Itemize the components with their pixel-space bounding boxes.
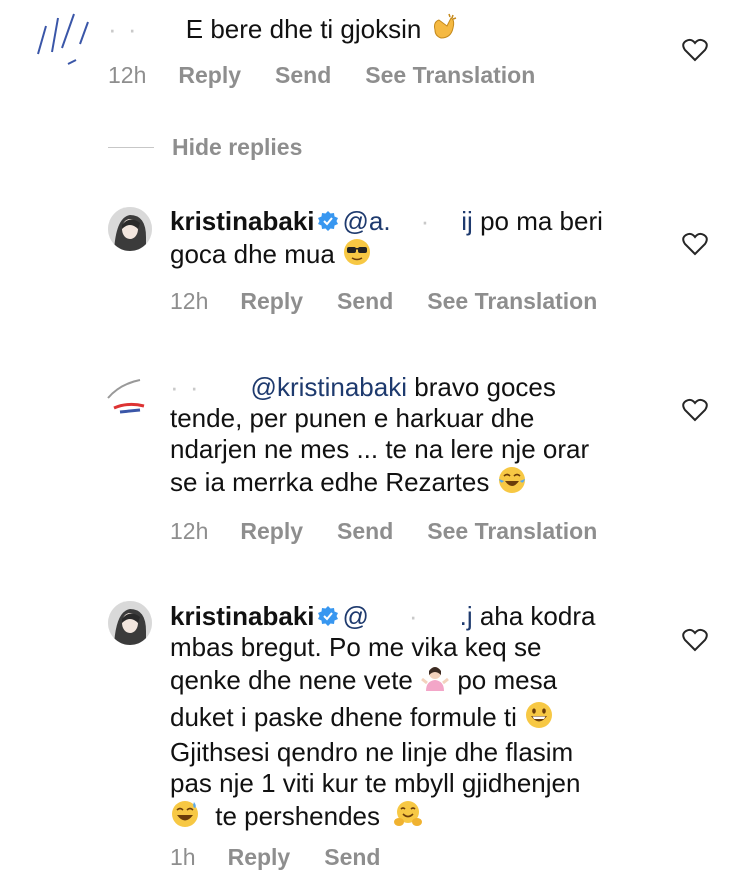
reply-button[interactable]: Reply xyxy=(178,62,241,89)
mention-link[interactable]: @ xyxy=(343,601,369,631)
comment-text: · · @kristinabaki bravo goces tende, per … xyxy=(170,372,650,502)
reply-button[interactable]: Reply xyxy=(228,844,291,871)
see-translation-button[interactable]: See Translation xyxy=(427,518,597,545)
comment-body-line1: bravo goces xyxy=(414,372,556,402)
avatar[interactable] xyxy=(108,207,152,251)
verified-badge-icon xyxy=(317,211,338,231)
username[interactable]: kristinabaki xyxy=(170,601,315,631)
mention-tail[interactable]: ij xyxy=(461,206,473,236)
reply-button[interactable]: Reply xyxy=(240,518,303,545)
hide-replies-label: Hide replies xyxy=(172,134,303,160)
avatar[interactable] xyxy=(108,601,152,645)
timestamp: 1h xyxy=(170,844,196,870)
comment-body-line1: aha kodra xyxy=(479,601,596,631)
comment-body-line3: ndarjen ne mes ... te na lere nje orar xyxy=(170,434,590,464)
comment-text: · · E bere dhe ti gjoksin xyxy=(108,12,628,49)
comment-body: po ma beri xyxy=(480,206,603,236)
person-shrugging-icon xyxy=(420,663,450,700)
avatar-scribble[interactable] xyxy=(28,4,98,74)
comment-body-line4: duket i paske dhene formule ti xyxy=(170,702,517,732)
clapping-hands-icon xyxy=(429,12,459,49)
hidden-mention: · xyxy=(420,206,432,236)
divider xyxy=(108,147,154,148)
see-translation-button[interactable]: See Translation xyxy=(427,288,597,315)
tears-of-joy-icon xyxy=(497,465,527,502)
hidden-mention: · xyxy=(408,601,420,631)
timestamp: 12h xyxy=(170,518,209,544)
mention-tail[interactable]: .j xyxy=(460,601,473,631)
hugging-face-icon xyxy=(393,799,423,836)
comment-body-line4: se ia merrka edhe Rezartes xyxy=(170,467,490,497)
timestamp: 12h xyxy=(170,288,209,314)
hide-replies-toggle[interactable]: Hide replies xyxy=(108,134,302,161)
like-heart-icon[interactable] xyxy=(682,232,708,256)
comment-body-line3a: qenke dhe nene vete xyxy=(170,665,413,695)
mention-link[interactable]: @a. xyxy=(343,206,391,236)
comment-meta: 12h Reply Send See Translation xyxy=(170,518,597,545)
send-button[interactable]: Send xyxy=(337,518,393,545)
comment-body-line7: te pershendes xyxy=(215,801,381,831)
comment-body-line2: mbas bregut. Po me vika keq se xyxy=(170,632,542,662)
comment-body-line6: pas nje 1 viti kur te mbyll gjidhenjen xyxy=(170,768,581,798)
timestamp: 12h xyxy=(108,62,147,88)
avatar-scribble[interactable] xyxy=(100,362,170,432)
comment-meta: 12h Reply Send See Translation xyxy=(108,62,535,89)
comment-body: E bere dhe ti gjoksin xyxy=(185,14,422,44)
like-heart-icon[interactable] xyxy=(682,38,708,62)
comment-body-line3b: po mesa xyxy=(457,665,558,695)
comment-body-line2: tende, per punen e harkuar dhe xyxy=(170,403,535,433)
reply-button[interactable]: Reply xyxy=(240,288,303,315)
like-heart-icon[interactable] xyxy=(682,398,708,422)
grinning-face-icon xyxy=(524,700,554,737)
comment-body-line5: Gjithsesi qendro ne linje dhe flasim xyxy=(170,737,574,767)
username[interactable]: kristinabaki xyxy=(170,206,315,236)
hidden-username: · · xyxy=(108,14,139,44)
comment-body-line2: goca dhe mua xyxy=(170,239,335,269)
comment-meta: 12h Reply Send See Translation xyxy=(170,288,597,315)
comment-meta: 1h Reply Send xyxy=(170,844,380,871)
comment-text: kristinabaki @ · .j aha kodra mbas bregut. … xyxy=(170,601,660,836)
sunglasses-face-icon xyxy=(342,237,372,274)
send-button[interactable]: Send xyxy=(337,288,393,315)
see-translation-button[interactable]: See Translation xyxy=(365,62,535,89)
send-button[interactable]: Send xyxy=(324,844,380,871)
mention-link[interactable]: @kristinabaki xyxy=(251,372,407,402)
hidden-username: · · xyxy=(170,372,201,402)
verified-badge-icon xyxy=(317,606,338,626)
grinning-sweat-icon xyxy=(170,799,200,836)
send-button[interactable]: Send xyxy=(275,62,331,89)
like-heart-icon[interactable] xyxy=(682,628,708,652)
comment-text: kristinabaki @a. · ij po ma beri goca dhe m… xyxy=(170,206,650,274)
